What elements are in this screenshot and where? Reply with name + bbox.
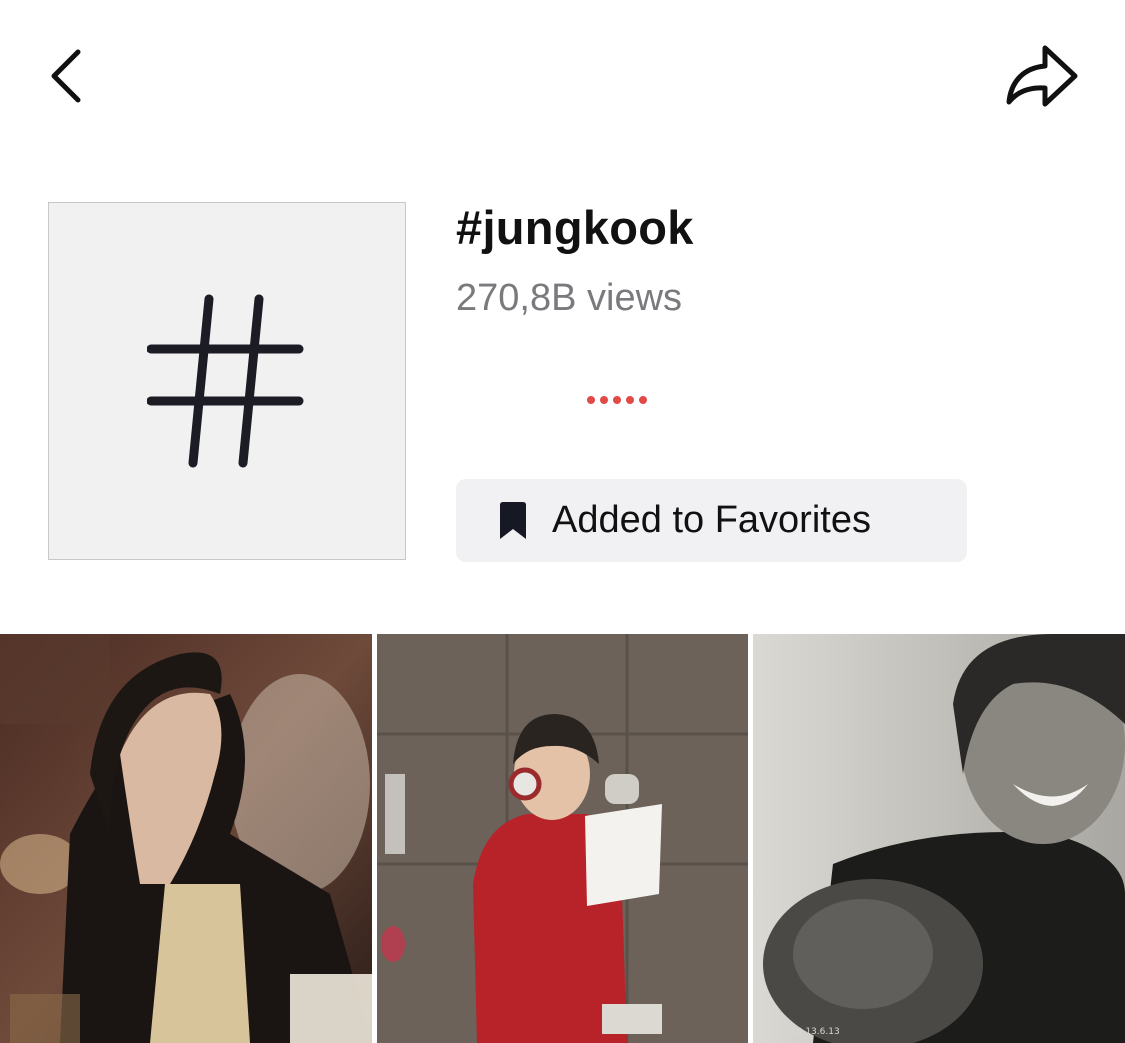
video-thumbnail[interactable]: 10.13.6.13: [753, 634, 1125, 1043]
hashtag-icon: [147, 294, 304, 468]
loading-indicator: [587, 396, 647, 404]
video-thumbnail[interactable]: [377, 634, 748, 1043]
hashtag-thumbnail: [48, 202, 406, 560]
share-button[interactable]: [996, 36, 1086, 116]
video-thumbnail-image: [377, 634, 748, 1043]
favorites-button[interactable]: Added to Favorites: [456, 479, 967, 562]
back-button[interactable]: [30, 40, 102, 112]
loading-dot: [587, 396, 595, 404]
loading-dot: [626, 396, 634, 404]
loading-dot: [600, 396, 608, 404]
video-thumbnail-image: 10.13.6.13: [753, 634, 1125, 1043]
loading-dot: [613, 396, 621, 404]
hashtag-title: #jungkook: [456, 201, 694, 254]
favorites-button-label: Added to Favorites: [552, 499, 871, 541]
loading-dot: [639, 396, 647, 404]
video-thumbnail[interactable]: [0, 634, 372, 1043]
share-arrow-icon: [1006, 45, 1078, 107]
chevron-left-icon: [51, 49, 81, 103]
video-overlay-text: 10.13.6.13: [791, 1027, 840, 1037]
video-thumbnail-image: [0, 634, 372, 1043]
view-count: 270,8B views: [456, 277, 683, 319]
bookmark-icon: [498, 501, 528, 541]
